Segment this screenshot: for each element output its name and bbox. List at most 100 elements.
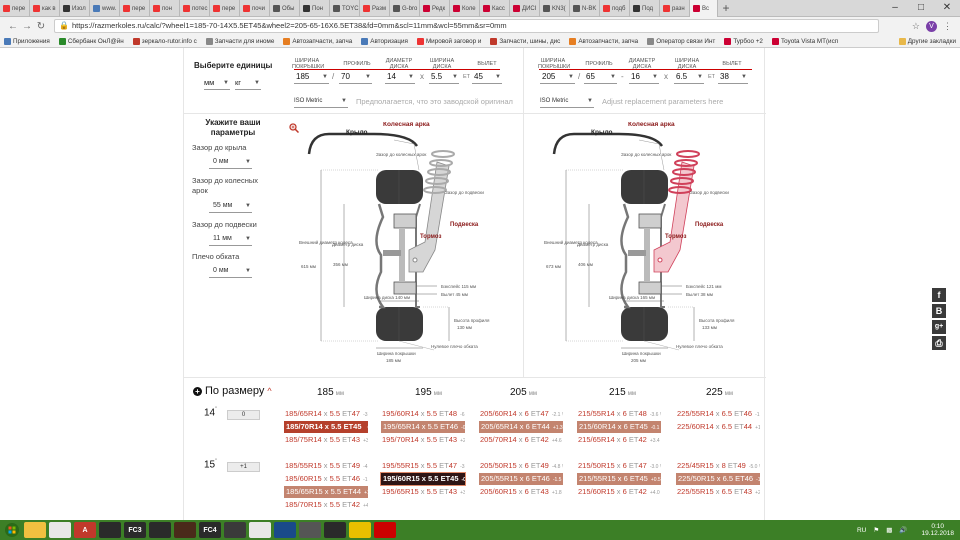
bookmark-item[interactable]: Автозапчасти, запча xyxy=(283,37,352,45)
size-cell[interactable]: 185/55R15 x 5.5 ET49-4.3 % xyxy=(284,460,368,472)
size-cell[interactable]: 215/50R15 x 6 ET47-3.0 % xyxy=(577,460,661,472)
taskbar-app-icon[interactable] xyxy=(349,522,371,538)
browser-tab[interactable]: www. xyxy=(90,0,120,17)
taskbar-app-icon[interactable] xyxy=(299,522,321,538)
size-cell[interactable]: 225/55R15 x 6.5 ET43+2.3 % xyxy=(676,486,760,498)
fender-gap-select[interactable]: 0 мм ▼ xyxy=(209,156,252,169)
size-cell[interactable]: 185/60R15 x 5.5 ET46-1.3 % xyxy=(284,473,368,485)
bookmark-item[interactable]: Сбербанк ОнЛ@йн xyxy=(58,37,124,45)
wheel1-offset-select[interactable]: 45 ▼ xyxy=(472,71,502,84)
browser-tab[interactable]: Вс xyxy=(690,0,718,17)
size-cell[interactable]: 225/50R15 x 6.5 ET46-1.3 % xyxy=(676,473,760,485)
wheel1-rim-width-select[interactable]: 5.5 ▼ xyxy=(429,71,459,84)
taskbar-app-icon[interactable]: FC4 xyxy=(199,522,221,538)
taskbar-app-icon[interactable] xyxy=(24,522,46,538)
taskbar-app-icon[interactable] xyxy=(274,522,296,538)
bookmark-item[interactable]: Запчасти для иноме xyxy=(205,37,274,45)
taskbar-app-icon[interactable] xyxy=(49,522,71,538)
size-cell[interactable]: 205/70R14 x 6 ET42+4.6 % xyxy=(479,434,563,446)
google-plus-icon[interactable]: g+ xyxy=(932,320,946,334)
menu-icon[interactable]: ⋮ xyxy=(943,21,952,32)
bookmark-item[interactable]: Оператор связи Инт xyxy=(647,37,715,45)
browser-tab[interactable]: G-bro xyxy=(390,0,420,17)
forward-icon[interactable]: → xyxy=(20,21,34,32)
size-cell[interactable]: 195/60R15 x 5.5 ET45-0.1 % xyxy=(380,472,466,486)
taskbar-app-icon[interactable] xyxy=(149,522,171,538)
taskbar-app-icon[interactable] xyxy=(224,522,246,538)
wheel2-width-select[interactable]: 205 ▼ xyxy=(540,71,575,84)
browser-tab[interactable]: Редк xyxy=(420,0,450,17)
new-tab-button[interactable]: + xyxy=(718,0,734,16)
wheel2-standard-select[interactable]: ISO Metric ▼ xyxy=(540,96,594,108)
taskbar-app-icon[interactable]: A xyxy=(74,522,96,538)
browser-tab[interactable]: пере xyxy=(210,0,240,17)
facebook-icon[interactable]: f xyxy=(932,288,946,302)
browser-tab[interactable]: TOYC xyxy=(330,0,360,17)
suspension-gap-select[interactable]: 11 мм ▼ xyxy=(209,233,252,246)
browser-tab[interactable]: как в xyxy=(30,0,60,17)
taskbar-app-icon[interactable] xyxy=(99,522,121,538)
browser-tab[interactable]: разн xyxy=(660,0,690,17)
browser-tab[interactable]: потес xyxy=(180,0,210,17)
browser-tab[interactable]: Разм xyxy=(360,0,390,17)
size-cell[interactable]: 185/65R15 x 5.5 ET44+1.2 % xyxy=(284,486,368,498)
browser-tab[interactable]: Коле xyxy=(450,0,480,17)
taskbar-app-icon[interactable] xyxy=(174,522,196,538)
size-cell[interactable]: 205/55R15 x 6 ET46-1.5 % xyxy=(479,473,563,485)
size-cell[interactable]: 205/65R14 x 6 ET44+1.3 % xyxy=(479,421,563,433)
network-icon[interactable]: ▩ xyxy=(886,526,892,534)
bookmark-item[interactable]: Турбоо +2 xyxy=(724,37,763,45)
lang-indicator[interactable]: RU xyxy=(857,527,866,534)
browser-tab[interactable]: пере xyxy=(0,0,30,17)
browser-tab[interactable]: KN3( xyxy=(540,0,570,17)
size-cell[interactable]: 185/65R14 x 5.5 ET47-3.0 % xyxy=(284,408,368,420)
size-cell[interactable]: 195/60R14 x 5.5 ET48-6.0 % xyxy=(381,408,465,420)
taskbar-app-icon[interactable]: FC3 xyxy=(124,522,146,538)
close-icon[interactable]: ✕ xyxy=(934,0,960,16)
size-cell[interactable]: 185/70R14 x 5.5 ET45 OE xyxy=(284,421,368,433)
size-cell[interactable]: 215/60R15 x 6 ET42+4.0 % xyxy=(577,486,661,498)
size-cell[interactable]: 205/60R15 x 6 ET43+1.8 % xyxy=(479,486,563,498)
taskbar-app-icon[interactable] xyxy=(374,522,396,538)
maximize-icon[interactable]: □ xyxy=(908,0,934,16)
browser-tab[interactable]: Касс xyxy=(480,0,510,17)
taskbar-app-icon[interactable] xyxy=(249,522,271,538)
weight-unit-select[interactable]: кг ▼ xyxy=(235,77,261,90)
extension-icon[interactable]: V xyxy=(926,20,937,32)
bookmark-item[interactable]: зеркало-rutor.info с xyxy=(132,37,197,45)
bookmark-item[interactable]: Мировой заговор и xyxy=(416,37,481,45)
size-cell[interactable]: 215/55R15 x 6 ET45+0.5 % xyxy=(577,473,661,485)
size-cell[interactable]: 185/75R14 x 5.5 ET43+3.1 % xyxy=(284,434,368,446)
size-cell[interactable]: 185/70R15 x 5.5 ET42+4.2 % xyxy=(284,499,368,511)
browser-tab[interactable]: ДИСІ xyxy=(510,0,540,17)
back-icon[interactable]: ← xyxy=(6,21,20,32)
browser-tab[interactable]: Пон xyxy=(300,0,330,17)
clock[interactable]: 0:10 19.12.2018 xyxy=(914,523,954,537)
minimize-icon[interactable]: – xyxy=(882,0,908,16)
sizes-toggle[interactable]: + По размеру ^ xyxy=(193,385,272,397)
taskbar-app-icon[interactable] xyxy=(324,522,346,538)
flag-icon[interactable]: ⚑ xyxy=(873,526,879,534)
arch-gap-select[interactable]: 55 мм ▼ xyxy=(209,200,252,213)
browser-tab[interactable]: подб xyxy=(600,0,630,17)
browser-tab[interactable]: пере xyxy=(120,0,150,17)
vk-icon[interactable]: B xyxy=(932,304,946,318)
url-input[interactable]: 🔒 https://razmerkoles.ru/calc/?wheel1=18… xyxy=(54,19,879,33)
scrub-radius-select[interactable]: 0 мм ▼ xyxy=(209,265,252,278)
size-cell[interactable]: 225/55R14 x 6.5 ET46-1.8 % xyxy=(676,408,760,420)
wheel2-profile-select[interactable]: 65 ▼ xyxy=(584,71,617,84)
browser-tab[interactable]: пон xyxy=(150,0,180,17)
size-cell[interactable]: 225/45R15 x 8 ET49-5.0 % xyxy=(676,460,760,472)
other-bookmarks[interactable]: Другие закладки xyxy=(898,37,956,45)
wheel1-diameter-select[interactable]: 14 ▼ xyxy=(385,71,415,84)
wheel2-offset-select[interactable]: 38 ▼ xyxy=(718,71,748,84)
browser-tab[interactable]: Изол xyxy=(60,0,90,17)
size-cell[interactable]: 225/60R14 x 6.5 ET44+1.8 % xyxy=(676,421,760,433)
bookmark-item[interactable]: Toyota Vista MT(исп xyxy=(771,37,838,45)
size-cell[interactable]: 205/50R15 x 6 ET49-4.8 % xyxy=(479,460,563,472)
size-cell[interactable]: 195/55R15 x 5.5 ET47-3.1 % xyxy=(381,460,465,472)
size-cell[interactable]: 215/65R14 x 6 ET42+3.4 % xyxy=(577,434,661,446)
browser-tab[interactable]: почи xyxy=(240,0,270,17)
size-cell[interactable]: 195/70R14 x 5.5 ET43+2.3 % xyxy=(381,434,465,446)
wheel2-rim-width-select[interactable]: 6.5 ▼ xyxy=(674,71,704,84)
